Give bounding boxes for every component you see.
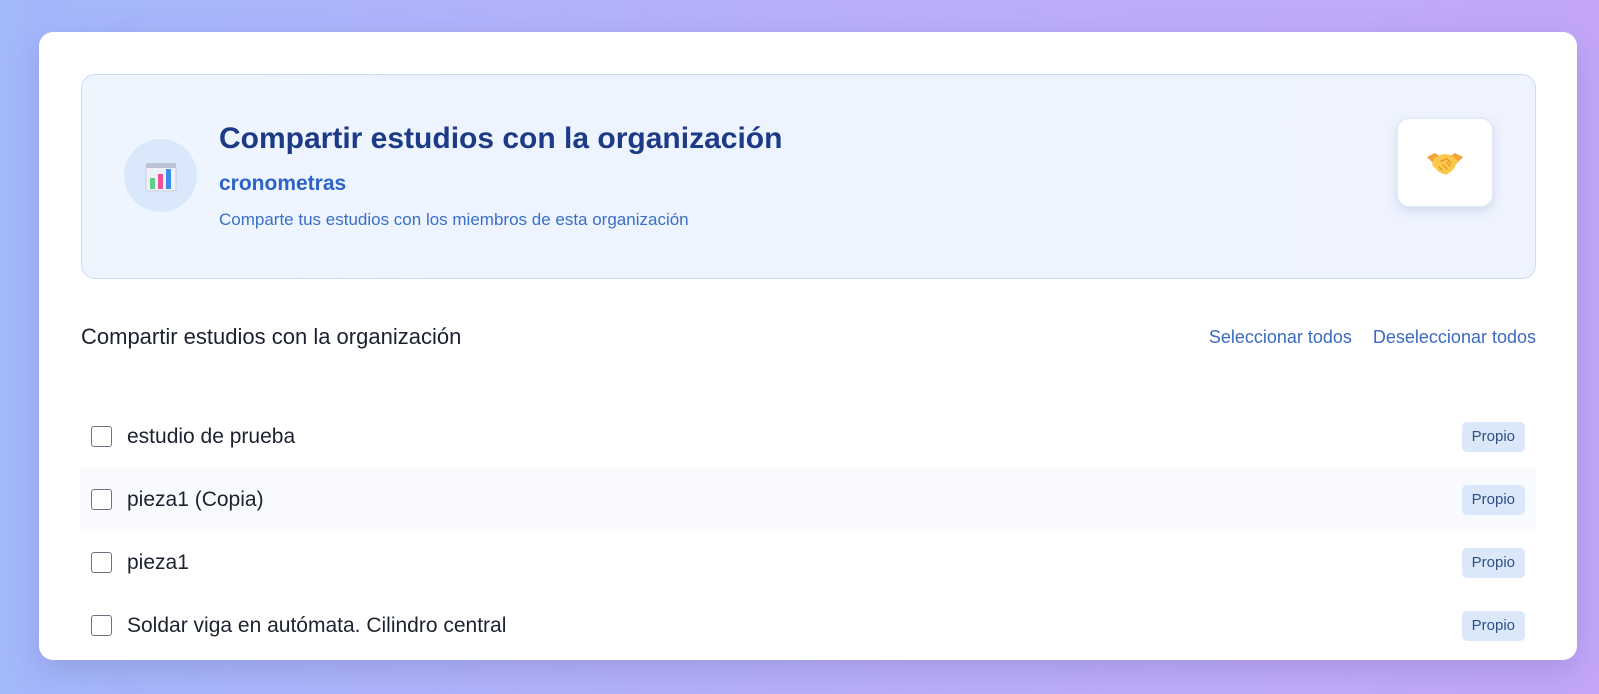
handshake-badge bbox=[1397, 118, 1493, 207]
study-row[interactable]: Soldar viga en autómata. Cilindro centra… bbox=[80, 594, 1536, 657]
study-row[interactable]: estudio de prueba Propio bbox=[80, 405, 1536, 468]
ownership-badge: Propio bbox=[1461, 421, 1525, 452]
ownership-badge: Propio bbox=[1461, 547, 1525, 578]
page-title: Compartir estudios con la organización bbox=[219, 122, 783, 155]
organization-header: Compartir estudios con la organización c… bbox=[81, 74, 1536, 279]
study-checkbox[interactable] bbox=[91, 489, 112, 510]
study-row[interactable]: pieza1 (Copia) Propio bbox=[80, 468, 1536, 531]
handshake-icon bbox=[1427, 152, 1463, 175]
study-name: pieza1 (Copia) bbox=[127, 487, 264, 511]
header-text: Compartir estudios con la organización c… bbox=[219, 121, 782, 231]
header-description: Comparte tus estudios con los miembros d… bbox=[219, 210, 689, 229]
studies-list: estudio de prueba Propio pieza1 (Copia) … bbox=[80, 405, 1536, 657]
study-name: Soldar viga en autómata. Cilindro centra… bbox=[127, 613, 507, 637]
study-checkbox[interactable] bbox=[91, 615, 112, 636]
selection-actions: Seleccionar todos Deseleccionar todos bbox=[1209, 322, 1536, 352]
study-checkbox[interactable] bbox=[91, 552, 112, 573]
bar-chart-icon bbox=[124, 139, 197, 212]
section-title: Compartir estudios con la organización bbox=[81, 324, 462, 349]
study-name: pieza1 bbox=[127, 550, 189, 574]
study-name: estudio de prueba bbox=[127, 424, 296, 448]
ownership-badge: Propio bbox=[1461, 484, 1525, 515]
share-studies-card: Compartir estudios con la organización c… bbox=[39, 32, 1577, 660]
study-checkbox[interactable] bbox=[91, 426, 112, 447]
study-row[interactable]: pieza1 Propio bbox=[80, 531, 1536, 594]
ownership-badge: Propio bbox=[1461, 610, 1525, 641]
organization-name: cronometras bbox=[219, 172, 347, 195]
select-all-button[interactable]: Seleccionar todos bbox=[1209, 322, 1352, 352]
section-header: Compartir estudios con la organización S… bbox=[81, 322, 1536, 352]
deselect-all-button[interactable]: Deseleccionar todos bbox=[1373, 322, 1536, 352]
